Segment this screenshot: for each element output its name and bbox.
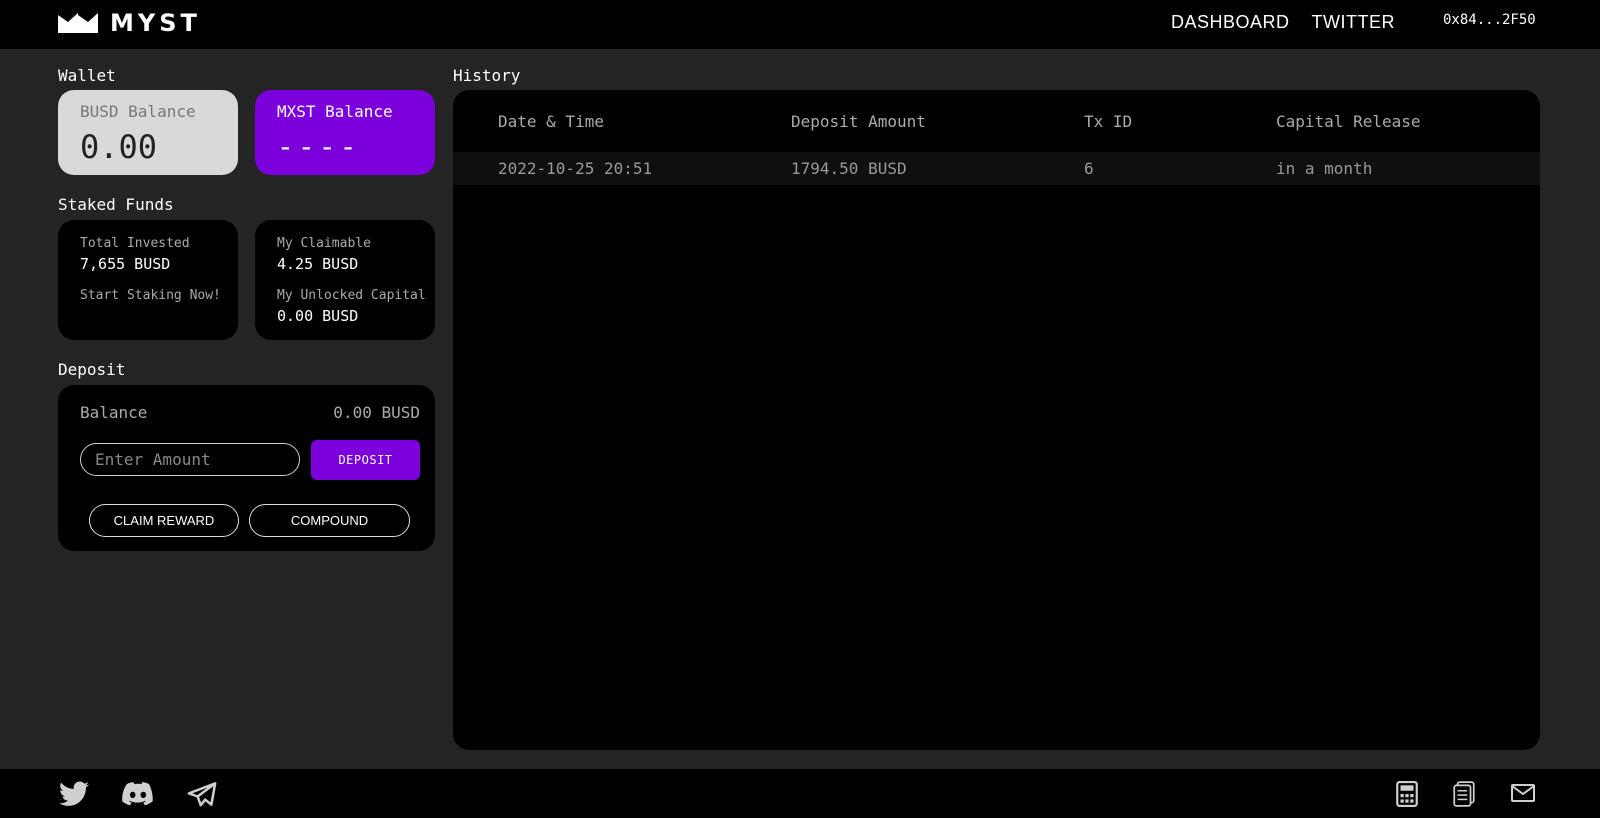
claimable-card: My Claimable 4.25 BUSD My Unlocked Capit…: [255, 220, 435, 340]
busd-balance-value: 0.00: [80, 128, 158, 166]
telegram-icon[interactable]: [187, 781, 217, 807]
mail-icon[interactable]: [1511, 784, 1535, 802]
row-date-time: 2022-10-25 20:51: [498, 159, 653, 178]
claim-reward-button[interactable]: CLAIM REWARD: [89, 504, 239, 537]
twitter-icon[interactable]: [59, 781, 89, 807]
total-invested-label: Total Invested: [80, 236, 190, 251]
busd-balance-label: BUSD Balance: [80, 102, 196, 121]
myst-logo-icon: [58, 13, 98, 33]
col-capital-release: Capital Release: [1276, 112, 1421, 131]
amount-input[interactable]: [80, 443, 300, 476]
col-date-time: Date & Time: [498, 112, 604, 131]
row-capital-release: in a month: [1276, 159, 1373, 178]
history-section-title: History: [453, 66, 521, 85]
table-row: 2022-10-25 20:51 1794.50 BUSD 6 in a mon…: [453, 152, 1540, 185]
nav-twitter[interactable]: TWITTER: [1312, 12, 1395, 33]
deposit-balance-value: 0.00 BUSD: [333, 403, 420, 422]
footer: [0, 769, 1600, 818]
compound-button[interactable]: COMPOUND: [249, 504, 410, 537]
col-deposit-amount: Deposit Amount: [791, 112, 926, 131]
total-invested-card: Total Invested 7,655 BUSD Start Staking …: [58, 220, 238, 340]
mxst-balance-card: MXST Balance ----: [255, 90, 435, 175]
unlocked-capital-label: My Unlocked Capital: [277, 288, 426, 303]
row-tx-id: 6: [1084, 159, 1094, 178]
logo[interactable]: MYST: [58, 9, 201, 37]
deposit-card: Balance 0.00 BUSD DEPOSIT CLAIM REWARD C…: [58, 385, 435, 551]
unlocked-capital-value: 0.00 BUSD: [277, 307, 359, 325]
main-nav: DASHBOARD TWITTER: [1171, 12, 1395, 33]
deposit-section-title: Deposit: [58, 360, 126, 379]
calculator-icon[interactable]: [1396, 781, 1418, 807]
document-icon[interactable]: [1453, 781, 1475, 807]
col-tx-id: Tx ID: [1084, 112, 1133, 131]
claimable-label: My Claimable: [277, 236, 371, 251]
start-staking-text: Start Staking Now!: [80, 288, 221, 303]
deposit-button[interactable]: DEPOSIT: [311, 440, 420, 480]
history-table: Date & Time Deposit Amount Tx ID Capital…: [453, 90, 1540, 750]
mxst-balance-label: MXST Balance: [277, 102, 393, 121]
staked-section-title: Staked Funds: [58, 195, 174, 214]
nav-dashboard[interactable]: DASHBOARD: [1171, 12, 1290, 33]
mxst-balance-value: ----: [277, 130, 361, 163]
brand-name: MYST: [110, 9, 201, 37]
row-deposit-amount: 1794.50 BUSD: [791, 159, 907, 178]
top-header: MYST DASHBOARD TWITTER 0x84...2F50: [0, 0, 1600, 49]
busd-balance-card: BUSD Balance 0.00: [58, 90, 238, 175]
claimable-value: 4.25 BUSD: [277, 255, 359, 273]
wallet-address[interactable]: 0x84...2F50: [1443, 12, 1536, 28]
total-invested-value: 7,655 BUSD: [80, 255, 171, 273]
discord-icon[interactable]: [122, 781, 154, 807]
deposit-balance-label: Balance: [80, 403, 148, 422]
wallet-section-title: Wallet: [58, 66, 116, 85]
